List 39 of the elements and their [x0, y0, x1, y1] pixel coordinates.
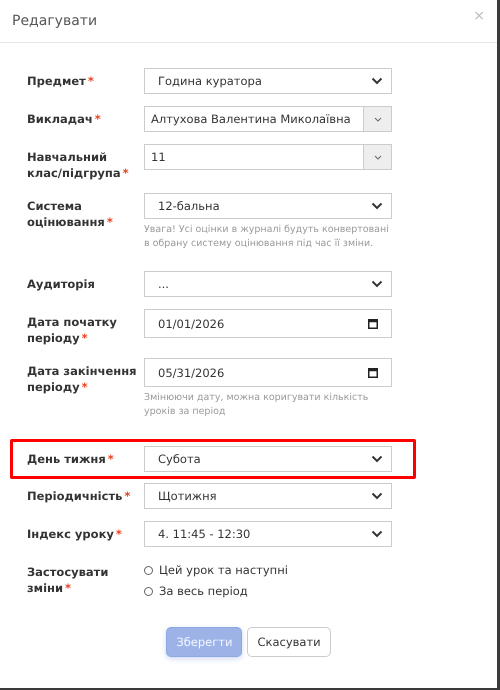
radio-button[interactable]: [144, 566, 153, 574]
calendar-icon: [368, 368, 378, 378]
select-field[interactable]: Субота: [144, 446, 392, 472]
field-label: Дата закінчення періоду *: [27, 364, 137, 394]
field-label: Аудиторія: [27, 277, 95, 291]
select-field[interactable]: Щотижня: [144, 483, 392, 509]
calendar-icon: [368, 318, 378, 328]
chevron-down-icon: [371, 280, 383, 288]
chevron-down-icon: [371, 77, 383, 85]
radio-label: Цей урок та наступні: [159, 563, 288, 577]
radio-label: За весь період: [159, 584, 248, 598]
select-field[interactable]: 12-бальна: [144, 193, 392, 219]
field-label: Застосувати зміни *: [27, 565, 108, 595]
field-label: Навчальний клас/підгрупа *: [27, 150, 129, 180]
chevron-down-icon: [374, 154, 382, 160]
field-label: Система оцінювання *: [27, 199, 113, 229]
cancel-button[interactable]: Скасувати: [247, 627, 331, 657]
chevron-down-icon: [371, 202, 383, 210]
hint-text: Змінюючи дату, можна коригувати кількість уроків за період: [144, 391, 370, 419]
select-field[interactable]: Алтухова Валентина Миколаївна: [144, 106, 392, 132]
chevron-down-icon: [371, 530, 383, 538]
radio-button[interactable]: [144, 586, 153, 596]
select-field[interactable]: 4. 11:45 - 12:30: [144, 521, 392, 547]
field-label: Періодичність *: [27, 489, 130, 503]
hint-text: Увага! Усі оцінки в журналі будуть конвертовані в обрану систему оцінювання під час її зміни.: [144, 223, 390, 251]
chevron-down-icon: [371, 492, 383, 500]
dialog-title: Редагувати: [12, 13, 98, 29]
chevron-down-icon: [374, 116, 382, 122]
field-label: Дата початку періоду *: [27, 315, 117, 345]
field-label: День тижня *: [27, 452, 114, 466]
date-field[interactable]: 01/01/2026: [144, 309, 392, 338]
field-label: Викладач *: [27, 112, 101, 126]
select-field[interactable]: ...: [144, 271, 392, 297]
field-label: Індекс уроку *: [27, 527, 122, 541]
field-label: Предмет *: [27, 74, 94, 88]
chevron-down-icon: [371, 455, 383, 463]
date-field[interactable]: 05/31/2026: [144, 358, 392, 387]
select-field[interactable]: 11: [144, 144, 392, 170]
select-field[interactable]: Година куратора: [144, 68, 392, 94]
